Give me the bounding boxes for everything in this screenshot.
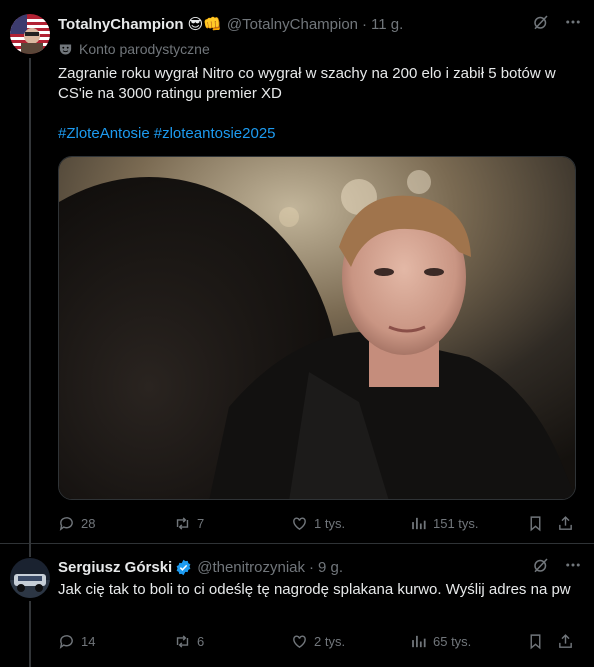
grok-icon[interactable]	[532, 13, 550, 35]
tweet-header: Sergiusz Górski @thenitrozyniak · 9 g.	[58, 556, 582, 578]
tweet-photo[interactable]	[58, 156, 576, 500]
views-count: 65 tys.	[433, 633, 472, 649]
reply-button[interactable]: 28	[58, 513, 95, 533]
views-icon	[412, 517, 426, 529]
header-actions	[532, 556, 582, 578]
bookmark-button[interactable]	[527, 513, 544, 533]
author-name[interactable]: TotalnyChampion	[58, 16, 184, 33]
author-name[interactable]: Sergiusz Górski	[58, 559, 172, 576]
hashtag-link[interactable]: #zloteantosie2025	[154, 125, 276, 142]
timestamp[interactable]: 11 g.	[371, 16, 403, 33]
tweet-actions: 14 6 2 tys. 65 tys.	[58, 631, 578, 651]
thread-line	[29, 601, 31, 667]
parody-label: Konto parodystyczne	[58, 39, 210, 59]
views-button[interactable]: 151 tys.	[410, 513, 479, 533]
separator-dot: ·	[362, 15, 368, 33]
author-emojis: 😎👊	[187, 16, 222, 33]
like-count: 2 tys.	[314, 633, 346, 649]
author-handle[interactable]: @TotalnyChampion	[227, 16, 358, 33]
avatar[interactable]	[10, 14, 50, 54]
grok-icon[interactable]	[532, 556, 550, 578]
reply-icon	[59, 516, 73, 531]
separator-dot: ·	[309, 558, 314, 576]
verified-badge-icon	[176, 559, 191, 575]
reply-count: 28	[81, 515, 96, 531]
tweet-text: Jak cię tak to boli to ci odeślę tę nagr…	[58, 581, 571, 598]
share-icon	[559, 515, 572, 530]
author-handle[interactable]: @thenitrozyniak	[197, 559, 305, 576]
like-icon	[293, 516, 306, 530]
more-icon[interactable]	[564, 556, 582, 578]
more-icon[interactable]	[564, 13, 582, 35]
hashtags: #ZloteAntosie #zloteantosie2025	[58, 124, 280, 144]
tweet-header: TotalnyChampion 😎👊 @TotalnyChampion · 11…	[58, 13, 582, 35]
thread-line	[29, 545, 31, 557]
repost-count: 6	[197, 633, 205, 649]
like-button[interactable]: 1 tys.	[291, 513, 345, 533]
reply-icon	[59, 634, 73, 649]
repost-button[interactable]: 6	[174, 631, 204, 651]
header-actions	[532, 13, 582, 35]
reply-button[interactable]: 14	[58, 631, 95, 651]
views-icon	[412, 635, 426, 647]
views-count: 151 tys.	[433, 515, 479, 531]
parody-text: Konto parodystyczne	[79, 41, 210, 57]
tweet-actions: 28 7 1 tys. 151 tys.	[58, 513, 578, 533]
tweet[interactable]: Sergiusz Górski @thenitrozyniak · 9 g. J…	[0, 545, 594, 667]
share-button[interactable]	[557, 513, 574, 533]
like-button[interactable]: 2 tys.	[291, 631, 345, 651]
repost-count: 7	[197, 515, 205, 531]
tweet[interactable]: TotalnyChampion 😎👊 @TotalnyChampion · 11…	[0, 0, 594, 545]
repost-icon	[176, 634, 189, 648]
bookmark-icon	[530, 633, 541, 649]
parody-mask-icon	[59, 44, 72, 54]
reply-count: 14	[81, 633, 96, 649]
hashtag-link[interactable]: #ZloteAntosie	[58, 125, 150, 142]
like-count: 1 tys.	[314, 515, 346, 531]
repost-icon	[176, 516, 189, 530]
avatar[interactable]	[10, 558, 50, 598]
bookmark-icon	[530, 515, 541, 531]
like-icon	[293, 634, 306, 648]
thread-line	[29, 58, 31, 545]
timestamp[interactable]: 9 g.	[318, 559, 343, 576]
share-button[interactable]	[557, 631, 574, 651]
views-button[interactable]: 65 tys.	[410, 631, 471, 651]
tweet-text: Zagranie roku wygrał Nitro co wygrał w s…	[58, 65, 556, 102]
bookmark-button[interactable]	[527, 631, 544, 651]
share-icon	[559, 633, 572, 648]
repost-button[interactable]: 7	[174, 513, 204, 533]
